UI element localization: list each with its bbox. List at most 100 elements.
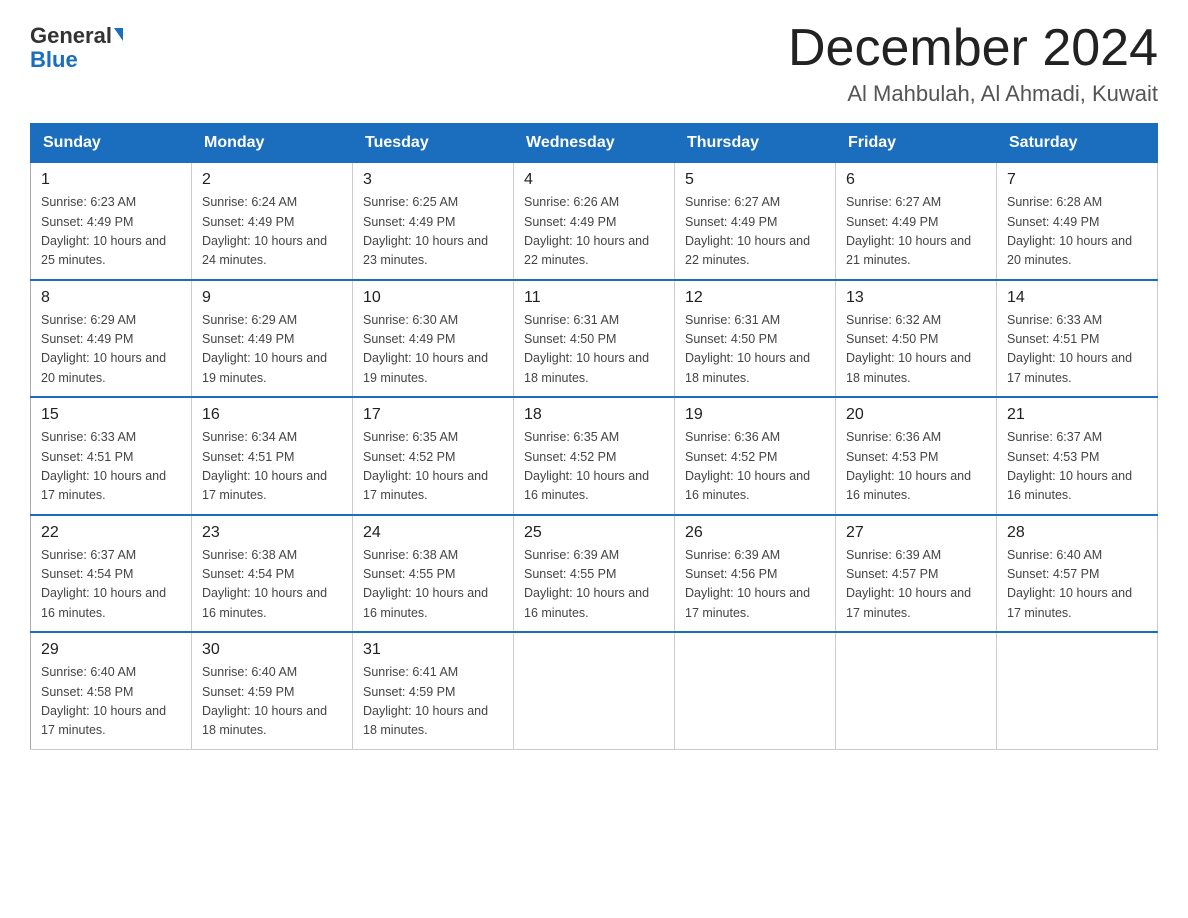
day-info: Sunrise: 6:40 AMSunset: 4:59 PMDaylight:… — [202, 663, 342, 741]
calendar-cell — [997, 632, 1158, 749]
day-number: 22 — [41, 524, 181, 542]
day-info: Sunrise: 6:41 AMSunset: 4:59 PMDaylight:… — [363, 663, 503, 741]
calendar-cell: 2 Sunrise: 6:24 AMSunset: 4:49 PMDaylight… — [192, 163, 353, 280]
day-number: 15 — [41, 406, 181, 424]
calendar-cell: 11 Sunrise: 6:31 AMSunset: 4:50 PMDayligh… — [514, 280, 675, 398]
calendar-cell: 3 Sunrise: 6:25 AMSunset: 4:49 PMDaylight… — [353, 163, 514, 280]
calendar-week-row: 29Sunrise: 6:40 AMSunset: 4:58 PMDayligh… — [31, 632, 1158, 749]
calendar-cell: 16 Sunrise: 6:34 AMSunset: 4:51 PMDayligh… — [192, 397, 353, 515]
calendar-cell: 10 Sunrise: 6:30 AMSunset: 4:49 PMDayligh… — [353, 280, 514, 398]
calendar-cell: 15 Sunrise: 6:33 AMSunset: 4:51 PMDayligh… — [31, 397, 192, 515]
day-info: Sunrise: 6:36 AMSunset: 4:53 PMDaylight:… — [846, 428, 986, 506]
day-number: 19 — [685, 406, 825, 424]
title-block: December 2024 Al Mahbulah, Al Ahmadi, Ku… — [788, 20, 1158, 107]
day-info: Sunrise: 6:36 AMSunset: 4:52 PMDaylight:… — [685, 428, 825, 506]
day-number: 8 — [41, 289, 181, 307]
day-number: 27 — [846, 524, 986, 542]
calendar-cell: 28Sunrise: 6:40 AMSunset: 4:57 PMDayligh… — [997, 515, 1158, 633]
calendar-cell: 23Sunrise: 6:38 AMSunset: 4:54 PMDayligh… — [192, 515, 353, 633]
calendar-cell: 25 Sunrise: 6:39 AMSunset: 4:55 PMDayligh… — [514, 515, 675, 633]
day-info: Sunrise: 6:35 AMSunset: 4:52 PMDaylight:… — [363, 428, 503, 506]
day-number: 9 — [202, 289, 342, 307]
calendar-cell: 22 Sunrise: 6:37 AMSunset: 4:54 PMDayligh… — [31, 515, 192, 633]
weekday-header-friday: Friday — [836, 124, 997, 163]
day-info: Sunrise: 6:30 AMSunset: 4:49 PMDaylight:… — [363, 311, 503, 389]
weekday-header-thursday: Thursday — [675, 124, 836, 163]
calendar-cell: 14 Sunrise: 6:33 AMSunset: 4:51 PMDayligh… — [997, 280, 1158, 398]
logo-triangle-icon — [114, 28, 123, 41]
day-number: 28 — [1007, 524, 1147, 542]
calendar-cell: 1 Sunrise: 6:23 AMSunset: 4:49 PMDaylight… — [31, 163, 192, 280]
weekday-header-saturday: Saturday — [997, 124, 1158, 163]
calendar-cell — [514, 632, 675, 749]
calendar-cell: 13 Sunrise: 6:32 AMSunset: 4:50 PMDayligh… — [836, 280, 997, 398]
day-info: Sunrise: 6:33 AMSunset: 4:51 PMDaylight:… — [1007, 311, 1147, 389]
calendar-cell — [675, 632, 836, 749]
day-number: 21 — [1007, 406, 1147, 424]
calendar-cell: 24 Sunrise: 6:38 AMSunset: 4:55 PMDayligh… — [353, 515, 514, 633]
day-number: 7 — [1007, 171, 1147, 189]
page-header: General Blue December 2024 Al Mahbulah, … — [30, 20, 1158, 107]
month-title: December 2024 — [788, 20, 1158, 77]
calendar-cell: 27 Sunrise: 6:39 AMSunset: 4:57 PMDayligh… — [836, 515, 997, 633]
calendar-cell: 21 Sunrise: 6:37 AMSunset: 4:53 PMDayligh… — [997, 397, 1158, 515]
calendar-table: SundayMondayTuesdayWednesdayThursdayFrid… — [30, 123, 1158, 750]
day-info: Sunrise: 6:39 AMSunset: 4:56 PMDaylight:… — [685, 546, 825, 624]
calendar-cell: 4Sunrise: 6:26 AMSunset: 4:49 PMDaylight… — [514, 163, 675, 280]
logo-general-text: General — [30, 24, 112, 48]
day-info: Sunrise: 6:33 AMSunset: 4:51 PMDaylight:… — [41, 428, 181, 506]
weekday-header-sunday: Sunday — [31, 124, 192, 163]
day-number: 13 — [846, 289, 986, 307]
day-info: Sunrise: 6:23 AMSunset: 4:49 PMDaylight:… — [41, 193, 181, 271]
day-info: Sunrise: 6:37 AMSunset: 4:53 PMDaylight:… — [1007, 428, 1147, 506]
day-number: 14 — [1007, 289, 1147, 307]
day-number: 11 — [524, 289, 664, 307]
calendar-cell: 26 Sunrise: 6:39 AMSunset: 4:56 PMDayligh… — [675, 515, 836, 633]
calendar-cell: 18 Sunrise: 6:35 AMSunset: 4:52 PMDayligh… — [514, 397, 675, 515]
day-number: 16 — [202, 406, 342, 424]
calendar-cell: 7 Sunrise: 6:28 AMSunset: 4:49 PMDaylight… — [997, 163, 1158, 280]
day-number: 25 — [524, 524, 664, 542]
day-number: 30 — [202, 641, 342, 659]
calendar-cell — [836, 632, 997, 749]
day-info: Sunrise: 6:25 AMSunset: 4:49 PMDaylight:… — [363, 193, 503, 271]
day-number: 26 — [685, 524, 825, 542]
day-number: 31 — [363, 641, 503, 659]
day-info: Sunrise: 6:31 AMSunset: 4:50 PMDaylight:… — [685, 311, 825, 389]
calendar-cell: 8Sunrise: 6:29 AMSunset: 4:49 PMDaylight… — [31, 280, 192, 398]
day-number: 24 — [363, 524, 503, 542]
day-info: Sunrise: 6:39 AMSunset: 4:57 PMDaylight:… — [846, 546, 986, 624]
day-info: Sunrise: 6:34 AMSunset: 4:51 PMDaylight:… — [202, 428, 342, 506]
day-number: 6 — [846, 171, 986, 189]
day-number: 5 — [685, 171, 825, 189]
day-number: 18 — [524, 406, 664, 424]
day-number: 3 — [363, 171, 503, 189]
day-info: Sunrise: 6:32 AMSunset: 4:50 PMDaylight:… — [846, 311, 986, 389]
day-number: 1 — [41, 171, 181, 189]
day-info: Sunrise: 6:39 AMSunset: 4:55 PMDaylight:… — [524, 546, 664, 624]
day-number: 23 — [202, 524, 342, 542]
day-info: Sunrise: 6:27 AMSunset: 4:49 PMDaylight:… — [846, 193, 986, 271]
calendar-week-row: 22 Sunrise: 6:37 AMSunset: 4:54 PMDayligh… — [31, 515, 1158, 633]
calendar-cell: 17Sunrise: 6:35 AMSunset: 4:52 PMDayligh… — [353, 397, 514, 515]
day-info: Sunrise: 6:37 AMSunset: 4:54 PMDaylight:… — [41, 546, 181, 624]
weekday-header-wednesday: Wednesday — [514, 124, 675, 163]
day-number: 4 — [524, 171, 664, 189]
weekday-header-tuesday: Tuesday — [353, 124, 514, 163]
day-info: Sunrise: 6:29 AMSunset: 4:49 PMDaylight:… — [202, 311, 342, 389]
day-info: Sunrise: 6:24 AMSunset: 4:49 PMDaylight:… — [202, 193, 342, 271]
day-info: Sunrise: 6:38 AMSunset: 4:55 PMDaylight:… — [363, 546, 503, 624]
day-number: 20 — [846, 406, 986, 424]
calendar-week-row: 8 Sunrise: 6:29 AMSunset: 4:49 PMDaylight… — [31, 280, 1158, 398]
calendar-cell: 31 Sunrise: 6:41 AMSunset: 4:59 PMDayligh… — [353, 632, 514, 749]
day-info: Sunrise: 6:31 AMSunset: 4:50 PMDaylight:… — [524, 311, 664, 389]
calendar-week-row: 1 Sunrise: 6:23 AMSunset: 4:49 PMDaylight… — [31, 163, 1158, 280]
logo: General Blue — [30, 20, 123, 72]
day-number: 29 — [41, 641, 181, 659]
day-number: 10 — [363, 289, 503, 307]
day-info: Sunrise: 6:27 AMSunset: 4:49 PMDaylight:… — [685, 193, 825, 271]
day-number: 2 — [202, 171, 342, 189]
day-info: Sunrise: 6:35 AMSunset: 4:52 PMDaylight:… — [524, 428, 664, 506]
day-info: Sunrise: 6:28 AMSunset: 4:49 PMDaylight:… — [1007, 193, 1147, 271]
calendar-cell: 5 Sunrise: 6:27 AMSunset: 4:49 PMDaylight… — [675, 163, 836, 280]
